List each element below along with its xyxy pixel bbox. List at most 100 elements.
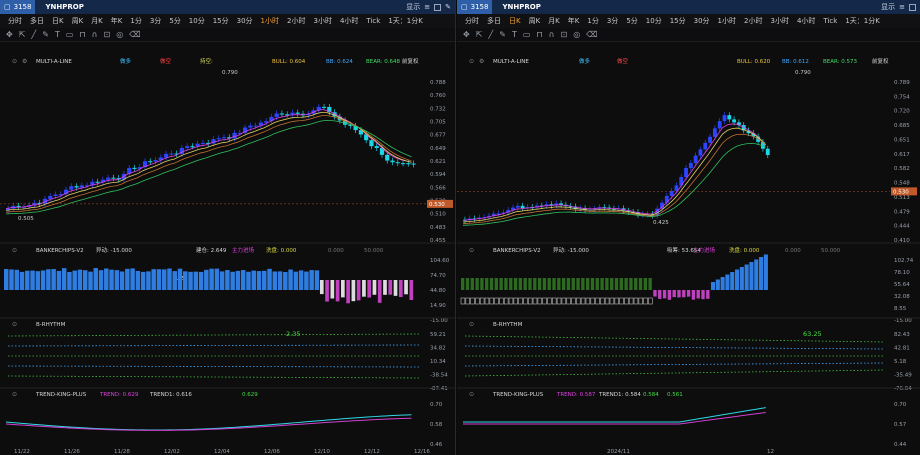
timeframe-11[interactable]: 30分 (690, 16, 714, 26)
timeframe-3[interactable]: 周K (68, 16, 88, 26)
magnet-icon[interactable]: ∩ (92, 30, 98, 39)
cursor-icon[interactable]: ⇱ (19, 30, 26, 39)
maximize-icon[interactable] (434, 3, 442, 11)
chip-outline (585, 297, 591, 305)
timeframe-8[interactable]: 5分 (165, 16, 184, 26)
candle (274, 113, 279, 117)
timeframe-12[interactable]: 1小时 (714, 16, 740, 26)
right-symbol-code[interactable]: ▢ 3158 (457, 0, 493, 14)
timeframe-4[interactable]: 月K (87, 16, 107, 26)
timeframe-17[interactable]: 1天：1分K (841, 16, 884, 26)
maximize-icon[interactable] (909, 3, 916, 11)
timeframe-10[interactable]: 15分 (209, 16, 233, 26)
chip-bar (267, 268, 272, 290)
candle (698, 149, 703, 156)
timeframe-6[interactable]: 1分 (583, 16, 602, 26)
pen-icon[interactable]: ✎ (499, 30, 506, 39)
timeframe-15[interactable]: 4小时 (336, 16, 362, 26)
ruler-icon[interactable]: ⊓ (536, 30, 542, 39)
timeframe-5[interactable]: 年K (107, 16, 127, 26)
pen-icon[interactable]: ✎ (42, 30, 49, 39)
magnet-icon[interactable]: ∩ (549, 30, 555, 39)
eye-icon[interactable]: ◎ (116, 30, 123, 39)
chip-outline (624, 297, 629, 305)
eye-icon: ⊙ (469, 58, 474, 65)
timeframe-0[interactable]: 分时 (461, 16, 483, 26)
chip-outline (513, 297, 519, 305)
timeframe-8[interactable]: 5分 (622, 16, 641, 26)
timeframe-13[interactable]: 2小时 (740, 16, 766, 26)
candle (248, 125, 253, 128)
timeframe-7[interactable]: 3分 (603, 16, 622, 26)
ruler-icon[interactable]: ⊓ (79, 30, 85, 39)
timeframe-11[interactable]: 30分 (233, 16, 257, 26)
timeframe-2[interactable]: 日K (505, 16, 525, 26)
right-chart-area[interactable]: ⊙ ⚙ MULTI-A-LINE 做多 做空 BULL: 0.620 BB: 0.612 BE… (457, 52, 920, 455)
chip-outline (484, 297, 490, 305)
timeframe-4[interactable]: 月K (544, 16, 564, 26)
timeframe-12[interactable]: 1小时 (257, 16, 283, 26)
line-icon[interactable]: ╱ (488, 30, 493, 39)
move-icon[interactable]: ✥ (463, 30, 470, 39)
right-chart-svg[interactable]: ⊙ ⚙ MULTI-A-LINE 做多 做空 BULL: 0.620 BB: 0.612 BE… (457, 52, 920, 455)
p2-indicator-name: BANKERCHIPS-V2 (36, 248, 84, 254)
candle (279, 113, 285, 115)
timeframe-14[interactable]: 3小时 (766, 16, 792, 26)
shape-icon[interactable]: ▭ (523, 30, 531, 39)
chip-bar (504, 278, 508, 290)
text-icon[interactable]: T (55, 30, 60, 39)
lock-icon[interactable]: ⊡ (561, 30, 568, 39)
timeframe-9[interactable]: 10分 (642, 16, 666, 26)
timeframe-3[interactable]: 周K (525, 16, 545, 26)
timeframe-2[interactable]: 日K (48, 16, 68, 26)
chip-bar (667, 290, 672, 300)
timeframe-10[interactable]: 15分 (666, 16, 690, 26)
timeframe-1[interactable]: 多日 (26, 16, 48, 26)
chip-outline (600, 297, 605, 305)
trash-icon[interactable]: ⌫ (586, 30, 597, 39)
x-axis-tick: 11/26 (64, 449, 80, 455)
timeframe-7[interactable]: 3分 (146, 16, 165, 26)
trash-icon[interactable]: ⌫ (129, 30, 140, 39)
timeframe-14[interactable]: 3小时 (309, 16, 335, 26)
timeframe-15[interactable]: 4小时 (793, 16, 819, 26)
chip-bar (489, 278, 494, 290)
timeframe-13[interactable]: 2小时 (283, 16, 309, 26)
lock-icon[interactable]: ⊡ (104, 30, 111, 39)
display-menu[interactable]: 显示 (406, 2, 420, 12)
timeframe-1[interactable]: 多日 (483, 16, 505, 26)
eye-icon[interactable]: ◎ (573, 30, 580, 39)
menu-icon[interactable]: ≡ (899, 3, 905, 11)
timeframe-16[interactable]: Tick (819, 17, 841, 25)
cursor-icon[interactable]: ⇱ (476, 30, 483, 39)
menu-icon[interactable]: ≡ (424, 3, 430, 11)
chip-bar (686, 290, 691, 297)
chip-bar (209, 268, 214, 290)
left-chart-area[interactable]: ⊙ ⚙ MULTI-A-LINE 做多 做空 持空: BULL: 0.604 BB: 0.62… (0, 52, 455, 455)
chip-bar (246, 271, 251, 290)
line-icon[interactable]: ╱ (31, 30, 36, 39)
text-icon[interactable]: T (512, 30, 517, 39)
chip-outline (489, 297, 494, 305)
timeframe-17[interactable]: 1天：1分K (384, 16, 427, 26)
price-tick: 0.685 (894, 123, 910, 129)
shape-icon[interactable]: ▭ (66, 30, 74, 39)
left-symbol-code[interactable]: ▢ 3158 (0, 0, 36, 14)
move-icon[interactable]: ✥ (6, 30, 13, 39)
p2-indicator-name: BANKERCHIPS-V2 (493, 248, 541, 254)
timeframe-5[interactable]: 年K (564, 16, 584, 26)
timeframe-9[interactable]: 10分 (185, 16, 209, 26)
pencil-icon[interactable]: ✎ (445, 3, 451, 11)
display-menu[interactable]: 显示 (881, 2, 895, 12)
left-chart-svg[interactable]: ⊙ ⚙ MULTI-A-LINE 做多 做空 持空: BULL: 0.604 BB: 0.62… (0, 52, 456, 455)
timeframe-6[interactable]: 1分 (126, 16, 145, 26)
candle (684, 168, 688, 178)
price-tick: 0.788 (430, 80, 446, 86)
chip-outline (470, 297, 475, 305)
timeframe-0[interactable]: 分时 (4, 16, 26, 26)
chip-bar (672, 290, 676, 298)
chip-outline (619, 297, 624, 305)
chip-bar (161, 269, 167, 290)
timeframe-16[interactable]: Tick (362, 17, 384, 25)
main-tag-long: 做多 (579, 57, 591, 65)
